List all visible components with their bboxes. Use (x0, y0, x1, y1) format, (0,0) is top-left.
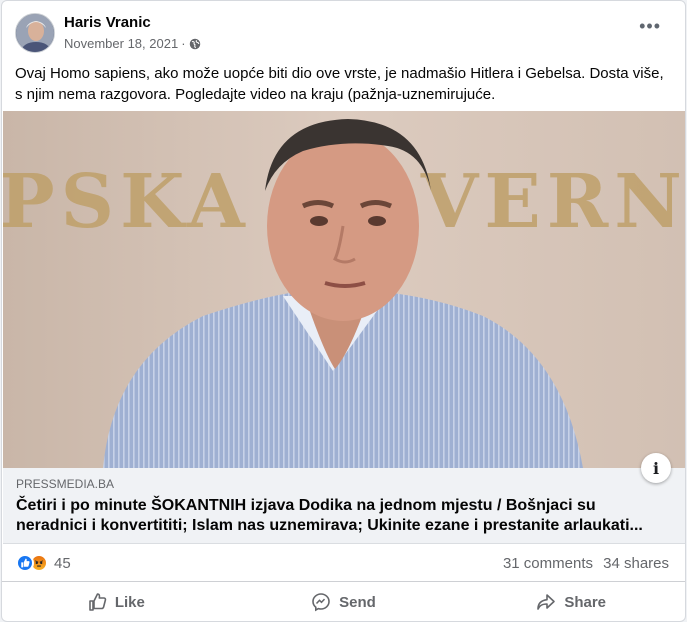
post-date[interactable]: November 18, 2021 (64, 36, 178, 51)
thumbs-up-icon (89, 593, 107, 611)
post-header: Haris Vranic November 18, 2021 · ••• (2, 1, 685, 63)
reactions-summary[interactable]: 45 (16, 554, 71, 572)
link-preview-image[interactable]: PSKA GOVERNMENT (3, 111, 685, 468)
send-button[interactable]: Send (230, 583, 458, 621)
post-stats: 45 31 comments 34 shares (2, 544, 685, 582)
like-icon (16, 554, 34, 572)
meta-separator: · (181, 36, 186, 51)
info-icon[interactable]: i (641, 453, 671, 483)
author-name[interactable]: Haris Vranic (64, 14, 151, 31)
link-preview[interactable]: PRESSMEDIA.BA Četiri i po minute ŠOKANTN… (3, 468, 685, 544)
share-label: Share (564, 593, 607, 611)
post-text: Ovaj Homo sapiens, ako može uopće biti d… (15, 65, 664, 103)
comments-count[interactable]: 31 comments (503, 555, 593, 572)
globe-icon (189, 38, 200, 49)
shares-count[interactable]: 34 shares (603, 555, 669, 572)
post-meta: November 18, 2021 · (64, 36, 201, 51)
link-headline[interactable]: Četiri i po minute ŠOKANTNIH izjava Dodi… (16, 496, 666, 536)
send-label: Send (339, 593, 376, 611)
messenger-icon (312, 593, 330, 612)
like-button[interactable]: Like (2, 583, 230, 621)
more-options-button[interactable]: ••• (639, 17, 661, 35)
post-card: Haris Vranic November 18, 2021 · ••• Ova… (1, 0, 686, 622)
share-icon (537, 594, 556, 610)
author-avatar[interactable] (15, 13, 55, 53)
share-button[interactable]: Share (457, 583, 685, 621)
like-label: Like (114, 593, 145, 611)
post-actions: Like Send Share (2, 583, 685, 621)
reaction-count: 45 (54, 554, 71, 572)
link-domain: PRESSMEDIA.BA (16, 477, 115, 491)
